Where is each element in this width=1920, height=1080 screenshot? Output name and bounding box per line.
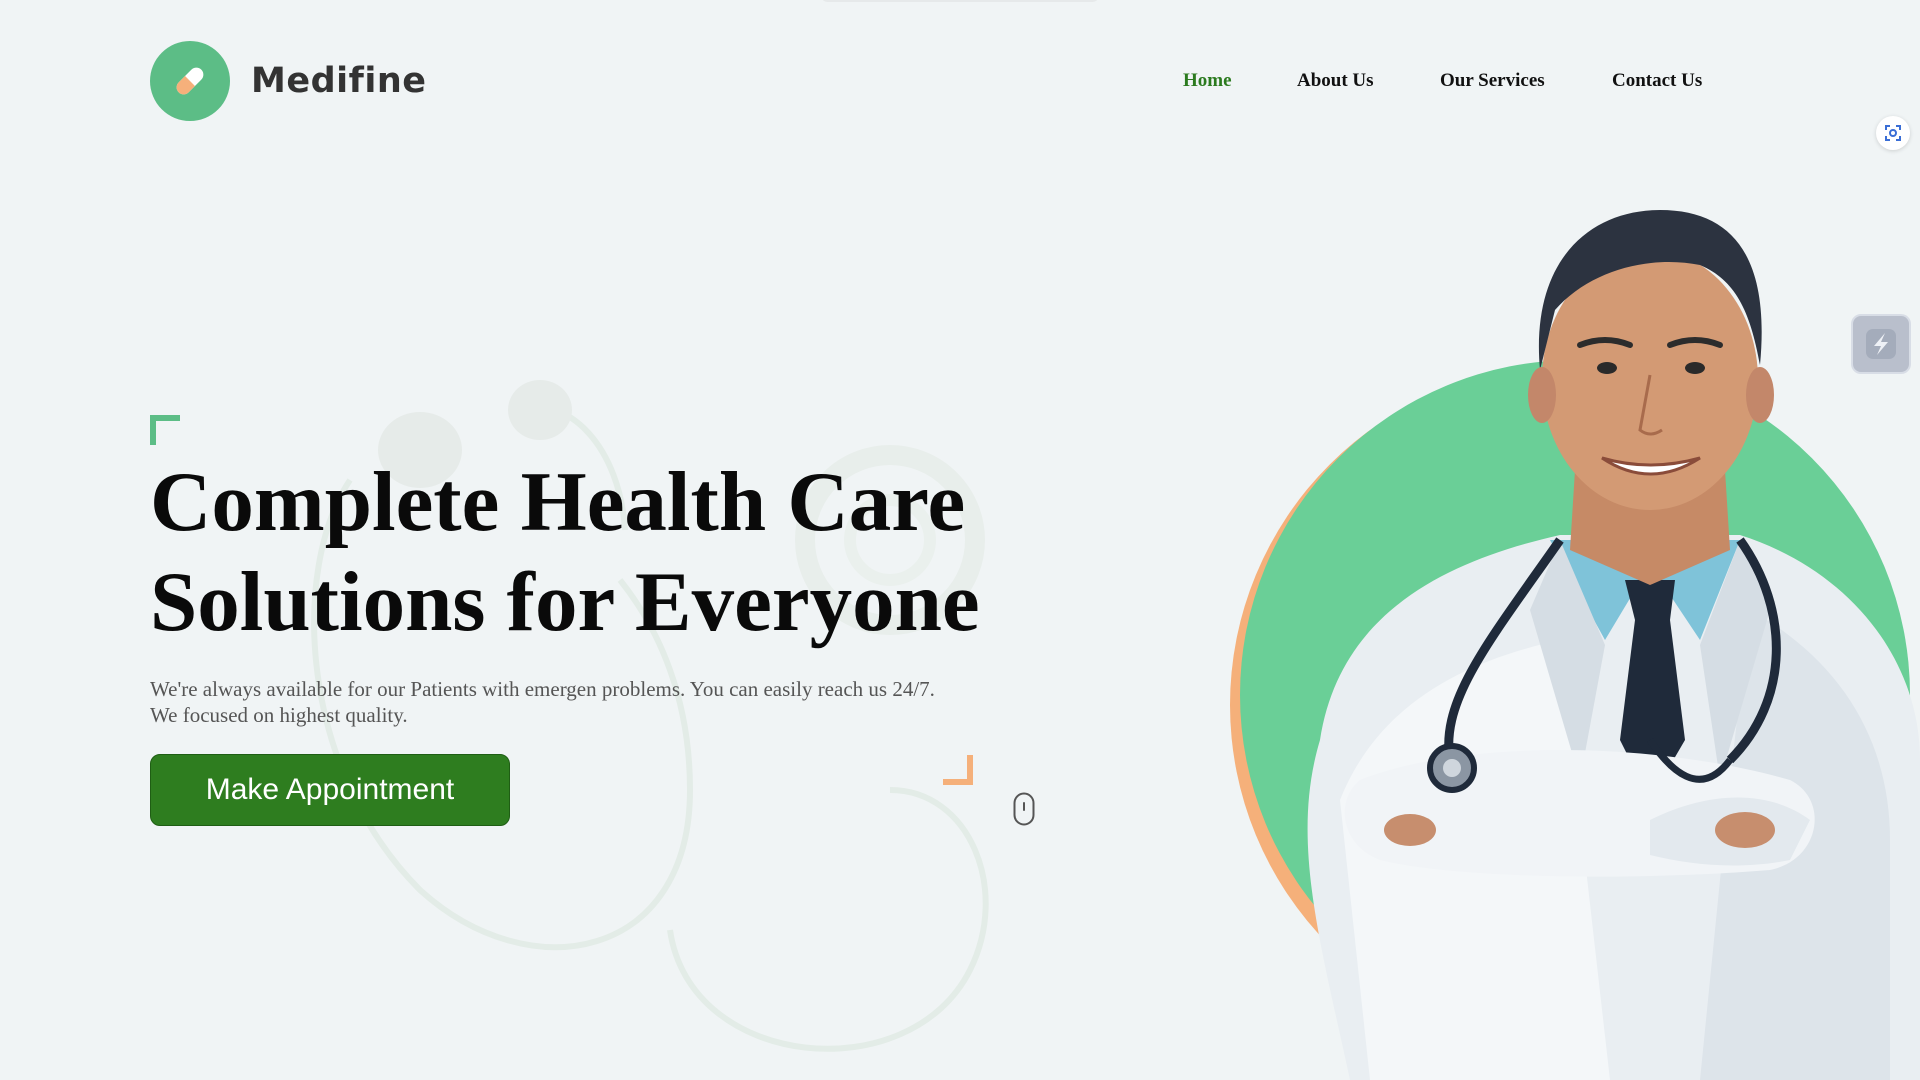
- nav-our-services[interactable]: Our Services: [1440, 70, 1545, 92]
- top-handle: [820, 0, 1100, 2]
- nav-about-us[interactable]: About Us: [1297, 70, 1374, 92]
- hero-description-line-2: We focused on highest quality.: [150, 703, 408, 727]
- corner-accent-bottom-right: [943, 755, 973, 785]
- nav-home[interactable]: Home: [1183, 70, 1232, 92]
- lightning-icon[interactable]: [1851, 314, 1911, 374]
- nav-contact-us[interactable]: Contact Us: [1612, 70, 1702, 92]
- doctor-photo: [1230, 210, 1920, 1080]
- pill-icon: [150, 41, 230, 121]
- make-appointment-button[interactable]: Make Appointment: [150, 754, 510, 826]
- hero-description: We're always available for our Patients …: [150, 676, 1030, 728]
- mouse-scroll-icon[interactable]: [1013, 792, 1035, 826]
- hero-title-line-1: Complete Health Care: [150, 455, 966, 549]
- hero-title-line-2: Solutions for Everyone: [150, 555, 980, 649]
- brand-name: Medifine: [251, 61, 427, 101]
- hero-title: Complete Health Care Solutions for Every…: [150, 452, 1050, 652]
- corner-accent-top-left: [150, 415, 180, 445]
- brand-logo[interactable]: Medifine: [150, 41, 427, 121]
- hero-description-line-1: We're always available for our Patients …: [150, 677, 935, 701]
- screenshot-scan-icon[interactable]: [1876, 116, 1910, 150]
